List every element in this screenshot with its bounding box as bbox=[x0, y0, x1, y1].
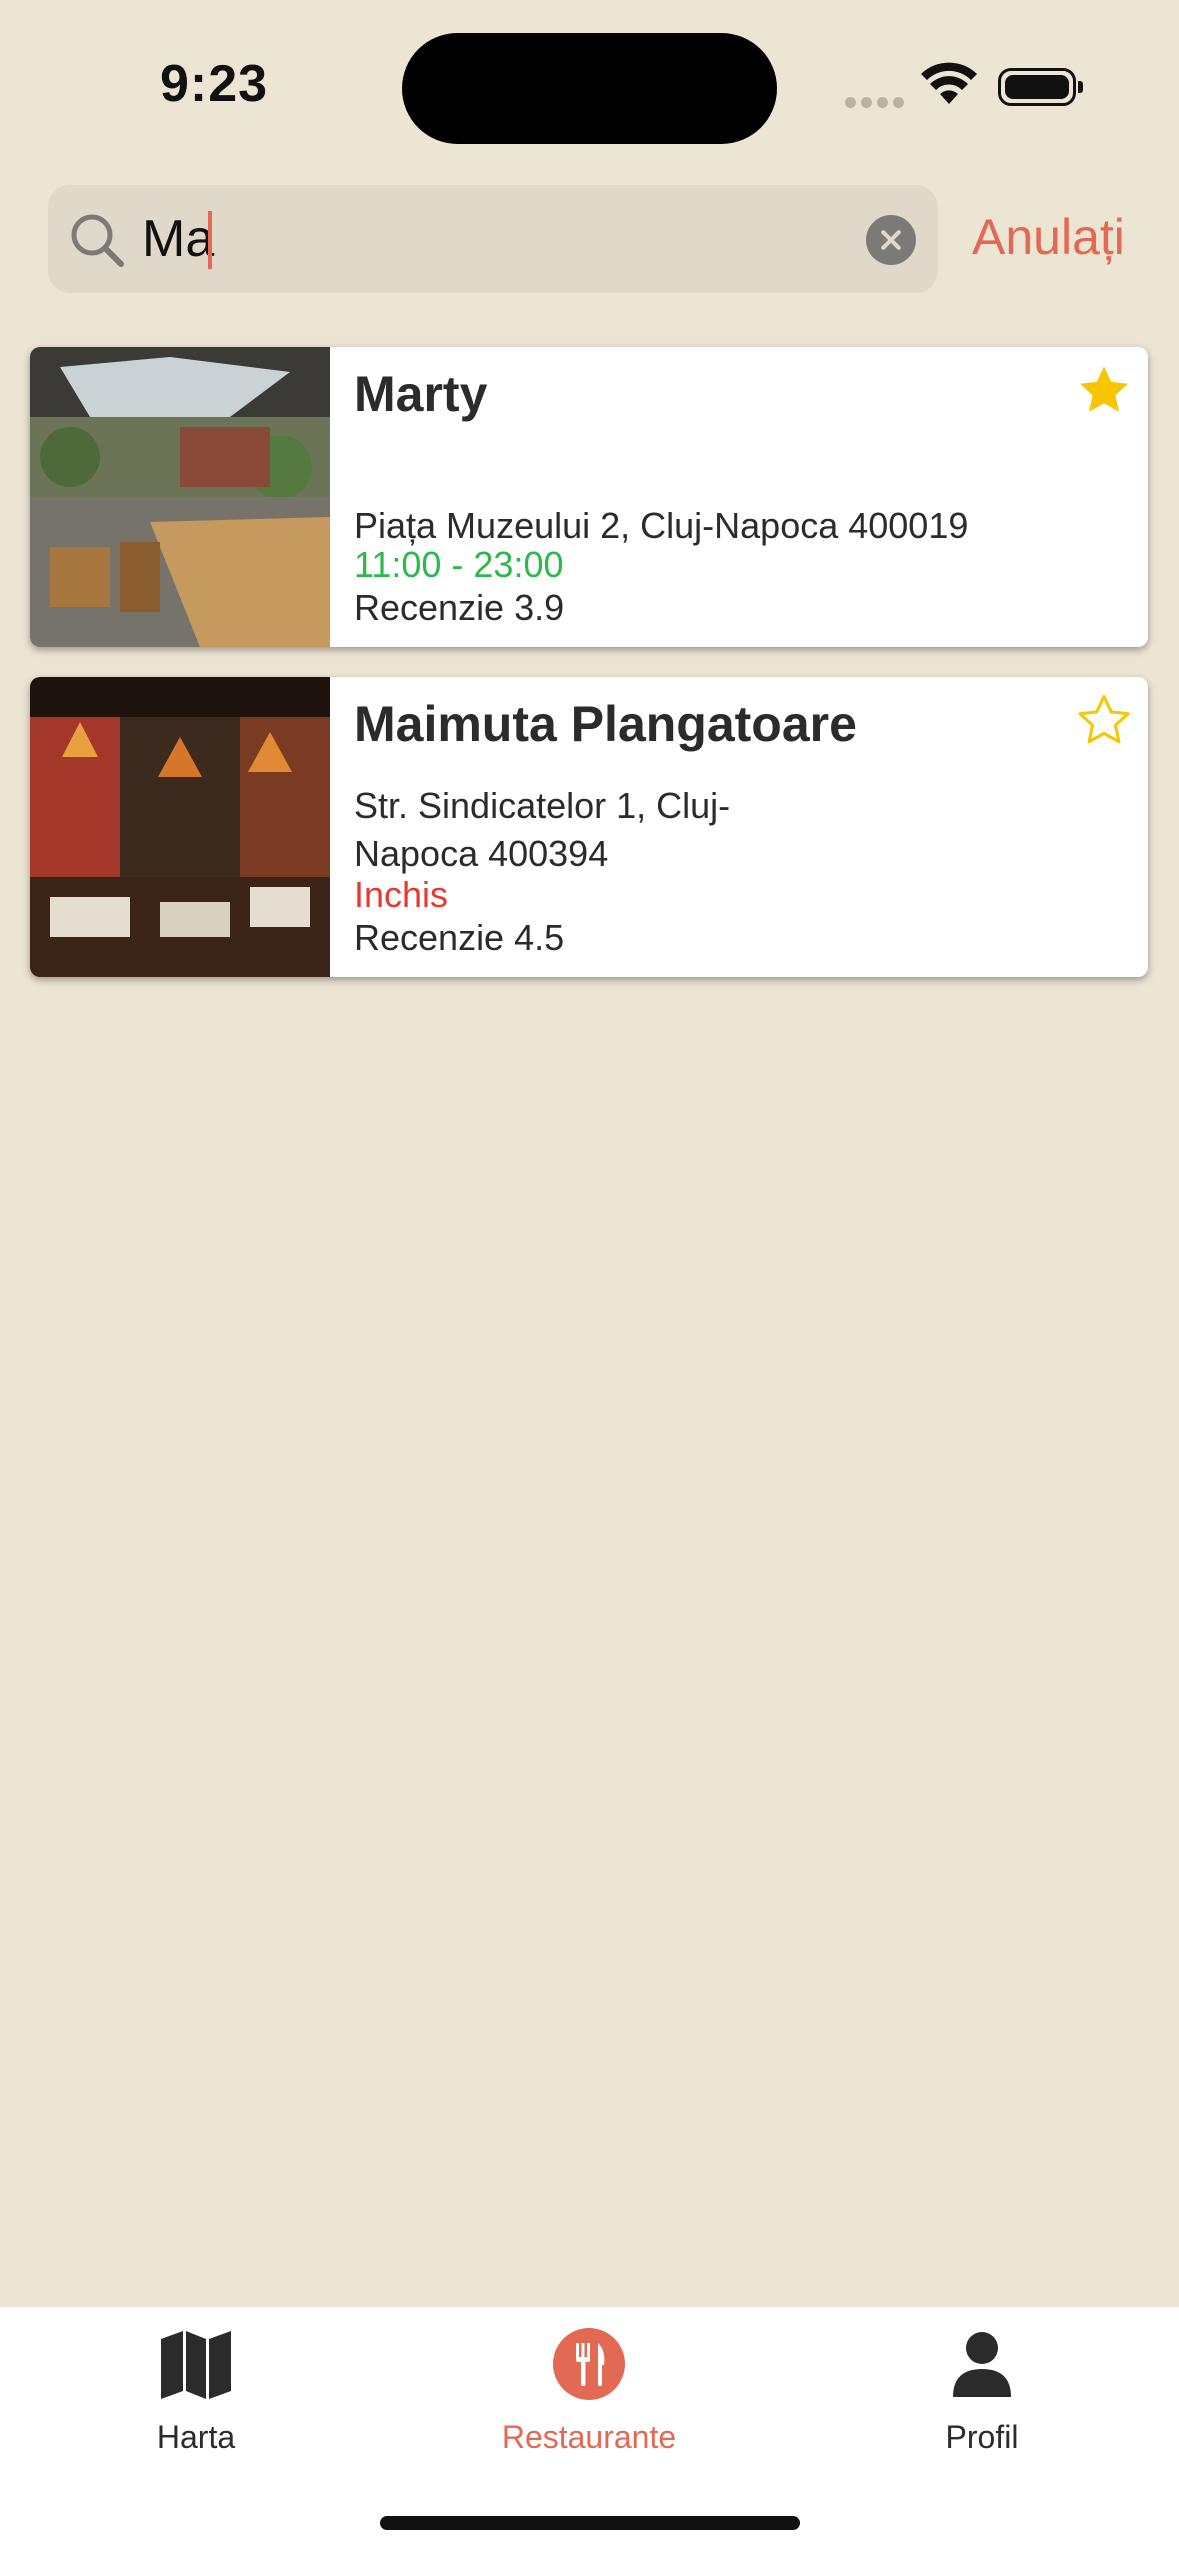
search-icon bbox=[71, 214, 124, 267]
restaurant-address: Str. Sindicatelor 1, Cluj-Napoca 400394 bbox=[354, 785, 731, 874]
text-caret bbox=[208, 211, 212, 269]
map-icon bbox=[161, 2331, 231, 2399]
status-bar: 9:23 bbox=[0, 0, 1179, 170]
restaurant-photo bbox=[30, 677, 330, 977]
clear-search-button[interactable] bbox=[866, 215, 916, 265]
restaurant-rating: Recenzie 4.5 bbox=[354, 917, 565, 958]
battery-icon bbox=[998, 68, 1083, 106]
restaurant-card[interactable]: Maimuta Plangatoare Str. Sindicatelor 1,… bbox=[30, 677, 1148, 977]
tab-label: Harta bbox=[156, 2419, 236, 2455]
restaurant-photo bbox=[30, 347, 330, 647]
tab-restaurante[interactable]: Restaurante bbox=[439, 2327, 739, 2456]
restaurant-hours: 11:00 - 23:00 bbox=[354, 544, 564, 585]
favorite-star-outline-icon[interactable] bbox=[1076, 693, 1132, 749]
cellular-signal-icon bbox=[845, 95, 909, 113]
restaurant-card[interactable]: Marty Piața Muzeului 2, Cluj-Napoca 4000… bbox=[30, 347, 1148, 647]
tab-profil[interactable]: Profil bbox=[832, 2327, 1132, 2456]
restaurant-name: Maimuta Plangatoare bbox=[354, 696, 857, 752]
tab-label: Restaurante bbox=[501, 2419, 677, 2455]
restaurant-rating: Recenzie 3.9 bbox=[354, 587, 565, 628]
cancel-button[interactable]: Anulați bbox=[972, 208, 1125, 266]
restaurant-name: Marty bbox=[354, 366, 488, 422]
restaurant-hours: Inchis bbox=[354, 874, 449, 915]
person-icon bbox=[953, 2332, 1011, 2397]
wifi-icon bbox=[921, 62, 977, 104]
tab-label: Profil bbox=[945, 2419, 1019, 2455]
dynamic-island bbox=[402, 33, 777, 144]
status-time: 9:23 bbox=[160, 55, 269, 113]
favorite-star-filled-icon[interactable] bbox=[1076, 363, 1132, 419]
tab-harta[interactable]: Harta bbox=[46, 2327, 346, 2456]
restaurant-address: Piața Muzeului 2, Cluj-Napoca 400019 bbox=[354, 505, 969, 546]
search-input[interactable] bbox=[142, 207, 842, 271]
fork-knife-icon bbox=[553, 2328, 625, 2400]
home-indicator bbox=[380, 2516, 800, 2530]
search-bar[interactable] bbox=[48, 185, 938, 293]
